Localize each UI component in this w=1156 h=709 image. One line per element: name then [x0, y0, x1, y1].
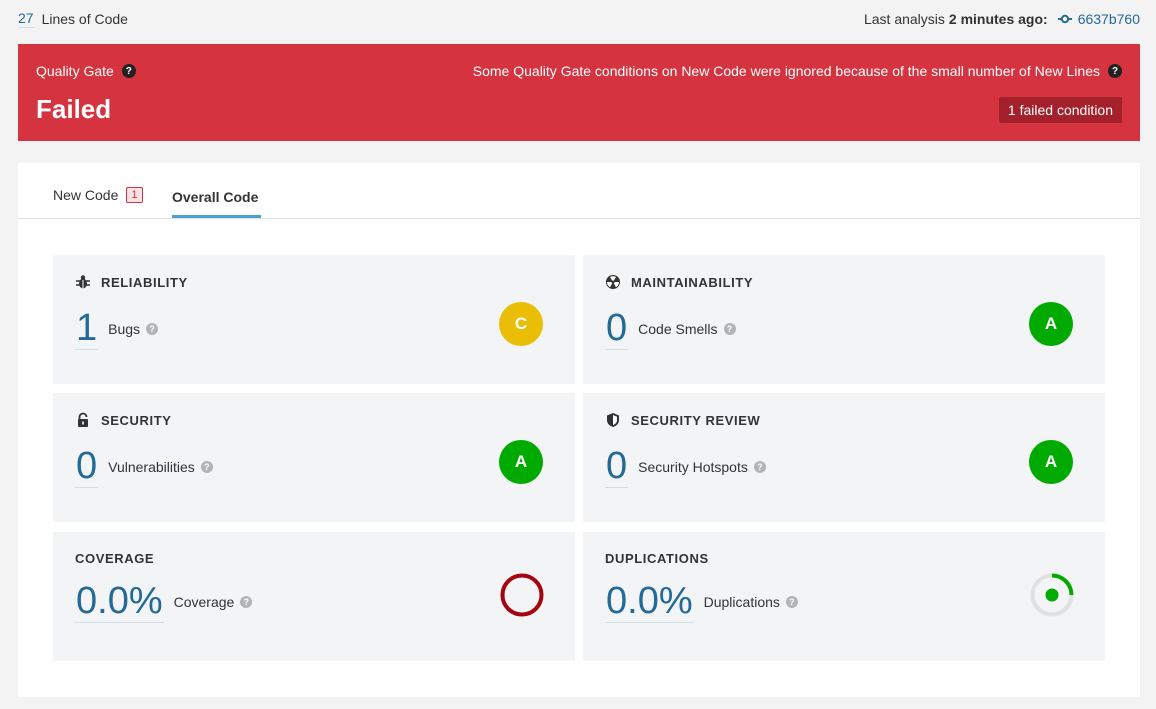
coverage-header: COVERAGE — [75, 551, 154, 566]
failed-conditions-badge[interactable]: 1 failed condition — [998, 97, 1122, 123]
quality-gate-banner: Quality Gate ? Failed Some Quality Gate … — [18, 44, 1140, 141]
last-analysis-prefix: Last analysis — [863, 11, 945, 27]
top-bar: 27 Lines of Code Last analysis 2 minutes… — [18, 8, 1140, 30]
help-icon[interactable]: ? — [200, 460, 213, 473]
coverage-metric: 0.0% Coverage? — [75, 580, 253, 623]
duplications-header: DUPLICATIONS — [605, 551, 709, 566]
coverage-value[interactable]: 0.0% — [75, 580, 164, 623]
quality-gate-note-text: Some Quality Gate conditions on New Code… — [472, 63, 1100, 79]
security-hotspots-metric: 0 Security Hotspots? — [605, 445, 766, 488]
duplications-value[interactable]: 0.0% — [605, 580, 694, 623]
help-icon[interactable]: ? — [240, 595, 253, 608]
duplications-panel: DUPLICATIONS 0.0% Duplications? — [583, 532, 1105, 661]
vulnerabilities-metric: 0 Vulnerabilities? — [75, 445, 213, 488]
bugs-metric: 1 Bugs? — [75, 307, 159, 350]
code-smells-metric: 0 Code Smells? — [605, 307, 736, 350]
bugs-label: Bugs? — [108, 320, 159, 337]
commit-icon — [1057, 14, 1072, 24]
bugs-value[interactable]: 1 — [75, 307, 99, 350]
security-hotspots-label-text: Security Hotspots — [638, 458, 748, 475]
help-icon[interactable]: ? — [723, 322, 736, 335]
vulnerabilities-label: Vulnerabilities? — [108, 459, 213, 475]
coverage-label-text: Coverage — [173, 593, 235, 610]
vulnerabilities-label-text: Vulnerabilities — [108, 458, 195, 475]
last-analysis: Last analysis 2 minutes ago: 6637b760 — [864, 11, 1140, 27]
reliability-panel: RELIABILITY 1 Bugs? C — [53, 255, 575, 384]
active-tab-indicator — [172, 215, 261, 218]
tab-new-code-count: 1 — [126, 187, 143, 203]
coverage-label: Coverage? — [174, 594, 253, 610]
security-hotspots-label: Security Hotspots? — [638, 459, 766, 475]
help-icon[interactable]: ? — [785, 595, 798, 608]
security-rating[interactable]: A — [499, 440, 543, 484]
reliability-header: RELIABILITY — [75, 274, 188, 290]
duplications-metric: 0.0% Duplications? — [605, 580, 798, 623]
reliability-title: RELIABILITY — [101, 274, 188, 290]
duplications-title: DUPLICATIONS — [605, 551, 709, 566]
duplications-label-text: Duplications — [703, 593, 780, 610]
security-panel: SECURITY 0 Vulnerabilities? A — [53, 393, 575, 522]
commit-link[interactable]: 6637b760 — [1078, 11, 1140, 27]
radiation-icon — [605, 274, 621, 290]
help-icon[interactable]: ? — [121, 64, 136, 78]
code-smells-value[interactable]: 0 — [605, 307, 629, 350]
tab-overall-code[interactable]: Overall Code — [172, 189, 258, 205]
code-smells-label-text: Code Smells — [638, 320, 718, 337]
maintainability-panel: MAINTAINABILITY 0 Code Smells? A — [583, 255, 1105, 384]
code-tabs: New Code 1 Overall Code — [18, 163, 1140, 219]
maintainability-header: MAINTAINABILITY — [605, 274, 753, 290]
help-icon[interactable]: ? — [753, 460, 766, 473]
security-review-header: SECURITY REVIEW — [605, 412, 760, 428]
security-header: SECURITY — [75, 412, 172, 428]
last-analysis-time: 2 minutes ago: — [948, 11, 1048, 27]
tab-new-code[interactable]: New Code 1 — [53, 187, 143, 203]
quality-gate-label: Quality Gate — [36, 63, 114, 79]
maintainability-rating[interactable]: A — [1029, 302, 1073, 346]
quality-gate-title: Quality Gate ? — [36, 63, 136, 79]
security-title: SECURITY — [101, 412, 172, 428]
lock-icon — [75, 412, 91, 428]
lines-of-code-link[interactable]: 27 — [18, 10, 34, 28]
security-hotspots-value[interactable]: 0 — [605, 445, 629, 488]
bug-icon — [75, 274, 91, 290]
security-review-panel: SECURITY REVIEW 0 Security Hotspots? A — [583, 393, 1105, 522]
coverage-title: COVERAGE — [75, 551, 155, 566]
help-icon[interactable]: ? — [1108, 64, 1122, 78]
lines-of-code: 27 Lines of Code — [18, 10, 128, 28]
bugs-label-text: Bugs — [108, 320, 141, 337]
tab-new-code-label: New Code — [53, 187, 119, 203]
security-review-rating[interactable]: A — [1029, 440, 1073, 484]
duplications-ring-icon[interactable] — [1029, 572, 1075, 621]
duplications-label: Duplications? — [704, 594, 798, 610]
coverage-panel: COVERAGE 0.0% Coverage? — [53, 532, 575, 661]
quality-gate-note: Some Quality Gate conditions on New Code… — [473, 63, 1122, 79]
lines-of-code-label: Lines of Code — [41, 11, 128, 27]
security-review-title: SECURITY REVIEW — [631, 412, 761, 428]
code-smells-label: Code Smells? — [638, 320, 736, 337]
quality-gate-status: Failed — [36, 94, 112, 124]
measures-card: New Code 1 Overall Code RELIABILITY 1 Bu… — [18, 163, 1140, 697]
vulnerabilities-value[interactable]: 0 — [75, 445, 99, 488]
maintainability-title: MAINTAINABILITY — [631, 274, 754, 290]
reliability-rating[interactable]: C — [499, 302, 543, 346]
shield-icon — [605, 412, 621, 428]
help-icon[interactable]: ? — [146, 322, 159, 335]
coverage-ring-icon[interactable] — [499, 572, 545, 621]
